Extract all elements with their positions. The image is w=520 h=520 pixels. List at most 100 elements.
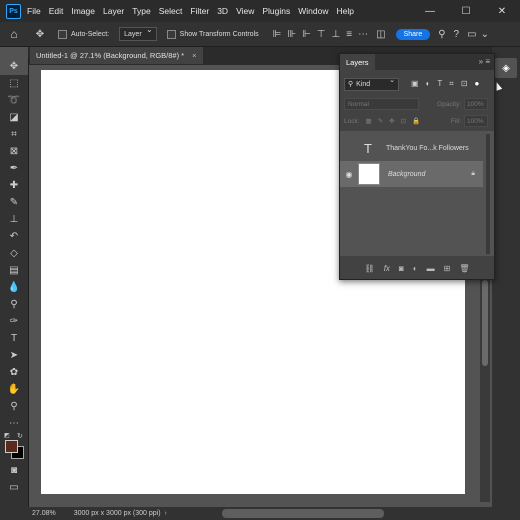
panel-menu-icon[interactable]: » ≡ bbox=[479, 57, 490, 66]
align-left-icon[interactable]: ⊫ bbox=[273, 29, 282, 40]
zoom-tool-icon[interactable]: ⚲ bbox=[0, 398, 28, 415]
menu-view[interactable]: View bbox=[236, 6, 254, 16]
document-tab[interactable]: Untitled-1 @ 27.1% (Background, RGB/8#) … bbox=[30, 47, 203, 64]
workspace-icon[interactable]: ▭ bbox=[467, 29, 476, 40]
menu-image[interactable]: Image bbox=[71, 6, 95, 16]
more-options-icon[interactable]: ⋯ bbox=[358, 29, 368, 40]
lock-artboard-icon[interactable]: ⊡ bbox=[401, 117, 406, 125]
zoom-level[interactable]: 27.08% bbox=[32, 510, 56, 517]
layers-panel-title[interactable]: Layers bbox=[340, 54, 375, 70]
menu-type[interactable]: Type bbox=[132, 6, 150, 16]
layer-name[interactable]: ThankYou Fo...k Followers bbox=[386, 145, 469, 152]
foreground-color-swatch[interactable] bbox=[5, 440, 18, 453]
share-button[interactable]: Share bbox=[395, 28, 431, 40]
blur-tool-icon[interactable]: 💧 bbox=[0, 279, 28, 296]
help-icon[interactable]: ? bbox=[454, 29, 460, 40]
marquee-tool-icon[interactable]: ⬚ bbox=[0, 75, 28, 92]
link-layers-icon[interactable]: ⛓ bbox=[365, 264, 375, 273]
gradient-tool-icon[interactable]: ▤ bbox=[0, 262, 28, 279]
align-center-icon[interactable]: ⊪ bbox=[287, 29, 296, 40]
new-layer-icon[interactable]: ⊞ bbox=[444, 264, 451, 273]
lock-paint-icon[interactable]: ✎ bbox=[378, 117, 383, 125]
menu-file[interactable]: File bbox=[27, 6, 41, 16]
horizontal-scrollbar-thumb[interactable] bbox=[222, 509, 384, 518]
brush-tool-icon[interactable]: ✎ bbox=[0, 194, 28, 211]
search-icon[interactable]: ⚲ bbox=[438, 29, 445, 40]
home-icon[interactable]: ⌂ bbox=[0, 27, 28, 41]
blend-mode-dropdown[interactable]: Normal bbox=[344, 98, 419, 110]
default-colors-icon[interactable]: ◩ bbox=[4, 432, 10, 439]
lock-all-icon[interactable]: 🔒 bbox=[412, 117, 420, 125]
vertical-scrollbar-thumb[interactable] bbox=[482, 280, 488, 366]
frame-tool-icon[interactable]: ⊠ bbox=[0, 143, 28, 160]
align-middle-icon[interactable]: ⊥ bbox=[332, 29, 341, 40]
add-mask-icon[interactable]: ◙ bbox=[399, 264, 404, 273]
pen-tool-icon[interactable]: ✑ bbox=[0, 313, 28, 330]
swap-colors-icon[interactable]: ↻ bbox=[17, 432, 23, 440]
screen-mode-icon[interactable]: ▭ bbox=[0, 479, 28, 496]
filter-type-icon[interactable]: T bbox=[437, 79, 442, 89]
3d-mode-icon[interactable]: ◫ bbox=[376, 29, 385, 40]
opacity-field[interactable]: 100% bbox=[464, 98, 488, 110]
hand-tool-icon[interactable]: ✋ bbox=[0, 381, 28, 398]
filter-shape-icon[interactable]: ⌗ bbox=[449, 79, 454, 89]
eyedropper-tool-icon[interactable]: ✒ bbox=[0, 160, 28, 177]
object-selection-tool-icon[interactable]: ◪ bbox=[0, 109, 28, 126]
fill-field[interactable]: 100% bbox=[464, 115, 488, 127]
eraser-tool-icon[interactable]: ◇ bbox=[0, 245, 28, 262]
minimize-button[interactable]: — bbox=[412, 0, 448, 22]
layers-panel-toggle-icon[interactable]: ◈ bbox=[495, 58, 517, 78]
transform-controls-checkbox[interactable] bbox=[166, 29, 176, 39]
history-brush-tool-icon[interactable]: ↶ bbox=[0, 228, 28, 245]
path-selection-tool-icon[interactable]: ➤ bbox=[0, 347, 28, 364]
menu-help[interactable]: Help bbox=[336, 6, 353, 16]
transform-controls-option[interactable]: Show Transform Controls bbox=[166, 29, 259, 39]
shape-tool-icon[interactable]: ✿ bbox=[0, 364, 28, 381]
filter-pixel-icon[interactable]: ▣ bbox=[411, 79, 419, 89]
move-tool-icon[interactable]: ✥ bbox=[28, 29, 52, 40]
status-arrow-icon[interactable]: › bbox=[165, 510, 167, 517]
layer-row-background[interactable]: ◉ Background 🔒︎ bbox=[340, 161, 483, 187]
fx-icon[interactable]: fx bbox=[384, 264, 390, 273]
menu-filter[interactable]: Filter bbox=[190, 6, 209, 16]
delete-layer-icon[interactable]: 🗑︎ bbox=[459, 264, 469, 273]
clone-stamp-tool-icon[interactable]: ⊥ bbox=[0, 211, 28, 228]
distribute-icon[interactable]: ≡ bbox=[346, 29, 352, 40]
auto-select-checkbox[interactable] bbox=[58, 29, 67, 39]
type-tool-icon[interactable]: T bbox=[0, 330, 28, 347]
new-group-icon[interactable]: ▬ bbox=[427, 264, 435, 273]
crop-tool-icon[interactable]: ⌗ bbox=[0, 126, 28, 143]
lock-move-icon[interactable]: ✥ bbox=[389, 117, 394, 125]
lock-icon[interactable]: 🔒︎ bbox=[471, 170, 475, 178]
healing-brush-tool-icon[interactable]: ✚ bbox=[0, 177, 28, 194]
menu-plugins[interactable]: Plugins bbox=[262, 6, 290, 16]
maximize-button[interactable]: ☐ bbox=[448, 0, 484, 22]
menu-3d[interactable]: 3D bbox=[217, 6, 228, 16]
auto-select-dropdown[interactable]: Layer bbox=[119, 25, 157, 41]
eye-icon[interactable]: ◉ bbox=[340, 170, 358, 179]
menu-window[interactable]: Window bbox=[298, 6, 328, 16]
menu-layer[interactable]: Layer bbox=[103, 6, 124, 16]
workspace-chevron-icon[interactable]: ⌄ bbox=[481, 29, 489, 40]
dodge-tool-icon[interactable]: ⚲ bbox=[0, 296, 28, 313]
align-top-icon[interactable]: ⊤ bbox=[317, 29, 326, 40]
close-button[interactable]: ✕ bbox=[484, 0, 520, 22]
document-info[interactable]: 3000 px x 3000 px (300 ppi) bbox=[74, 510, 161, 517]
filter-kind-dropdown[interactable]: ⚲ Kind bbox=[344, 76, 399, 91]
close-tab-icon[interactable]: × bbox=[192, 51, 196, 60]
layer-list-scrollbar[interactable] bbox=[486, 134, 490, 254]
auto-select-option[interactable]: Auto-Select: bbox=[58, 29, 109, 39]
align-right-icon[interactable]: ⊩ bbox=[302, 29, 311, 40]
menu-select[interactable]: Select bbox=[159, 6, 183, 16]
lock-transparent-icon[interactable]: ▦ bbox=[366, 117, 372, 125]
filter-adjustment-icon[interactable]: ◐ bbox=[426, 79, 431, 89]
filter-smart-object-icon[interactable]: ⊡ bbox=[461, 79, 468, 89]
quick-mask-icon[interactable]: ◙ bbox=[0, 462, 28, 479]
edit-toolbar-icon[interactable]: ⋯ bbox=[0, 415, 28, 432]
lasso-tool-icon[interactable]: ➰ bbox=[0, 92, 28, 109]
adjustment-layer-icon[interactable]: ◐ bbox=[413, 264, 418, 273]
vertical-scrollbar[interactable] bbox=[480, 280, 490, 502]
menu-edit[interactable]: Edit bbox=[49, 6, 64, 16]
layer-row-text[interactable]: T ThankYou Fo...k Followers bbox=[340, 135, 483, 161]
move-tool-icon[interactable]: ✥ bbox=[0, 58, 28, 75]
